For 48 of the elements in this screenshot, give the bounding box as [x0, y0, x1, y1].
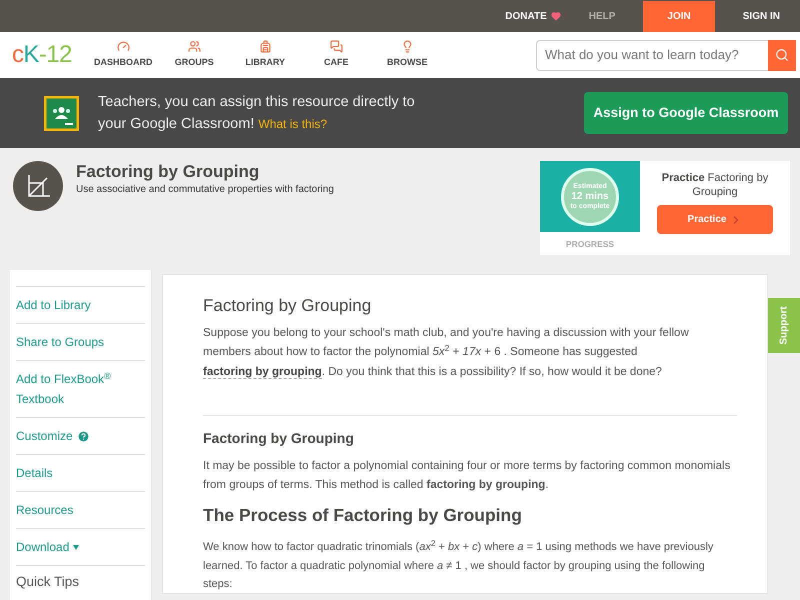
top-link[interactable]: SIGN IN [742, 8, 780, 24]
sidebar-link[interactable]: Add to Library [16, 286, 145, 323]
users-icon [188, 40, 201, 54]
practice-button[interactable]: Practice [657, 205, 773, 234]
support-tab[interactable]: Support [768, 298, 800, 353]
topic-icon [13, 161, 63, 211]
section-paragraph: It may be possible to factor a polynomial containing four or more terms by factoring common monomials from groups of terms. This method is called factoring by grouping. [203, 459, 732, 493]
sidebar-link[interactable]: Details [16, 454, 145, 491]
section-heading: Factoring by Grouping [203, 429, 355, 448]
lightbulb-icon [400, 40, 414, 54]
sidebar-link[interactable]: Add to FlexBook$^{®}$ Textbook [16, 360, 145, 417]
search-icon [775, 48, 789, 62]
backpack-icon [258, 40, 272, 54]
heart-icon [550, 11, 561, 21]
practice-title: Practice Factoring by Grouping [660, 171, 770, 199]
quick-tips-heading: Quick Tips [16, 565, 145, 592]
process-heading: The Process of Factoring by Grouping [203, 504, 523, 527]
nav-item[interactable]: CAFE [300, 40, 372, 70]
help-icon [76, 430, 90, 442]
nav-item[interactable]: DASHBOARD [88, 40, 159, 70]
top-link[interactable]: JOIN [643, 0, 715, 32]
nav-item[interactable]: BROWSE [372, 40, 443, 70]
page-title: Factoring by Grouping [76, 161, 260, 182]
gauge-icon [116, 40, 130, 54]
logo[interactable]: cK-12 [12, 37, 72, 73]
search-field[interactable]: What do you want to learn today? [536, 40, 768, 70]
top-link[interactable]: HELP [588, 8, 616, 24]
nav-item[interactable]: GROUPS [158, 40, 230, 70]
sidebar-link[interactable]: Download [16, 528, 145, 565]
sidebar-link[interactable]: Resources [16, 491, 145, 528]
page-subtitle: Use associative and commutative properties with factoring [76, 183, 334, 198]
nav-item[interactable]: LIBRARY [230, 40, 301, 70]
assign-button[interactable]: Assign to Google Classroom [584, 92, 788, 134]
sidebar-link[interactable]: Customize [16, 417, 145, 454]
process-paragraph: We know how to factor quadratic trinomials (ax$^{2}$ + bx + c) where a = 1 using methods we have previously learned. To factor a quadratic polynomial where a ≠ 1 , we should factor by grouping using the following steps: [203, 538, 714, 592]
intro-paragraph: Suppose you belong to your school's math club, and you're having a discussion with your fellow members about how to factor the polynomial 5x$^{2}$ + 17x + 6 . Someone has suggested factoring by grouping. Do you think that this is a possibility? If so, how would it be done? [203, 326, 690, 380]
donate-link[interactable]: DONATE [505, 8, 561, 24]
article-title: Factoring by Grouping [203, 295, 372, 317]
estimate-text: 12 mins [571, 191, 609, 202]
progress-label: PROGRESS [564, 238, 616, 251]
search-button[interactable] [768, 40, 796, 70]
banner-text: Teachers, you can assign this resource directly to your Google Classroom! What is this? [98, 93, 416, 134]
term-link[interactable]: factoring by grouping [203, 366, 322, 378]
chat-icon [330, 40, 343, 54]
sidebar-link[interactable]: Share to Groups [16, 323, 145, 360]
what-is-this-link[interactable]: What is this? [258, 117, 328, 131]
caret-icon [73, 544, 80, 550]
classroom-icon [44, 96, 79, 130]
